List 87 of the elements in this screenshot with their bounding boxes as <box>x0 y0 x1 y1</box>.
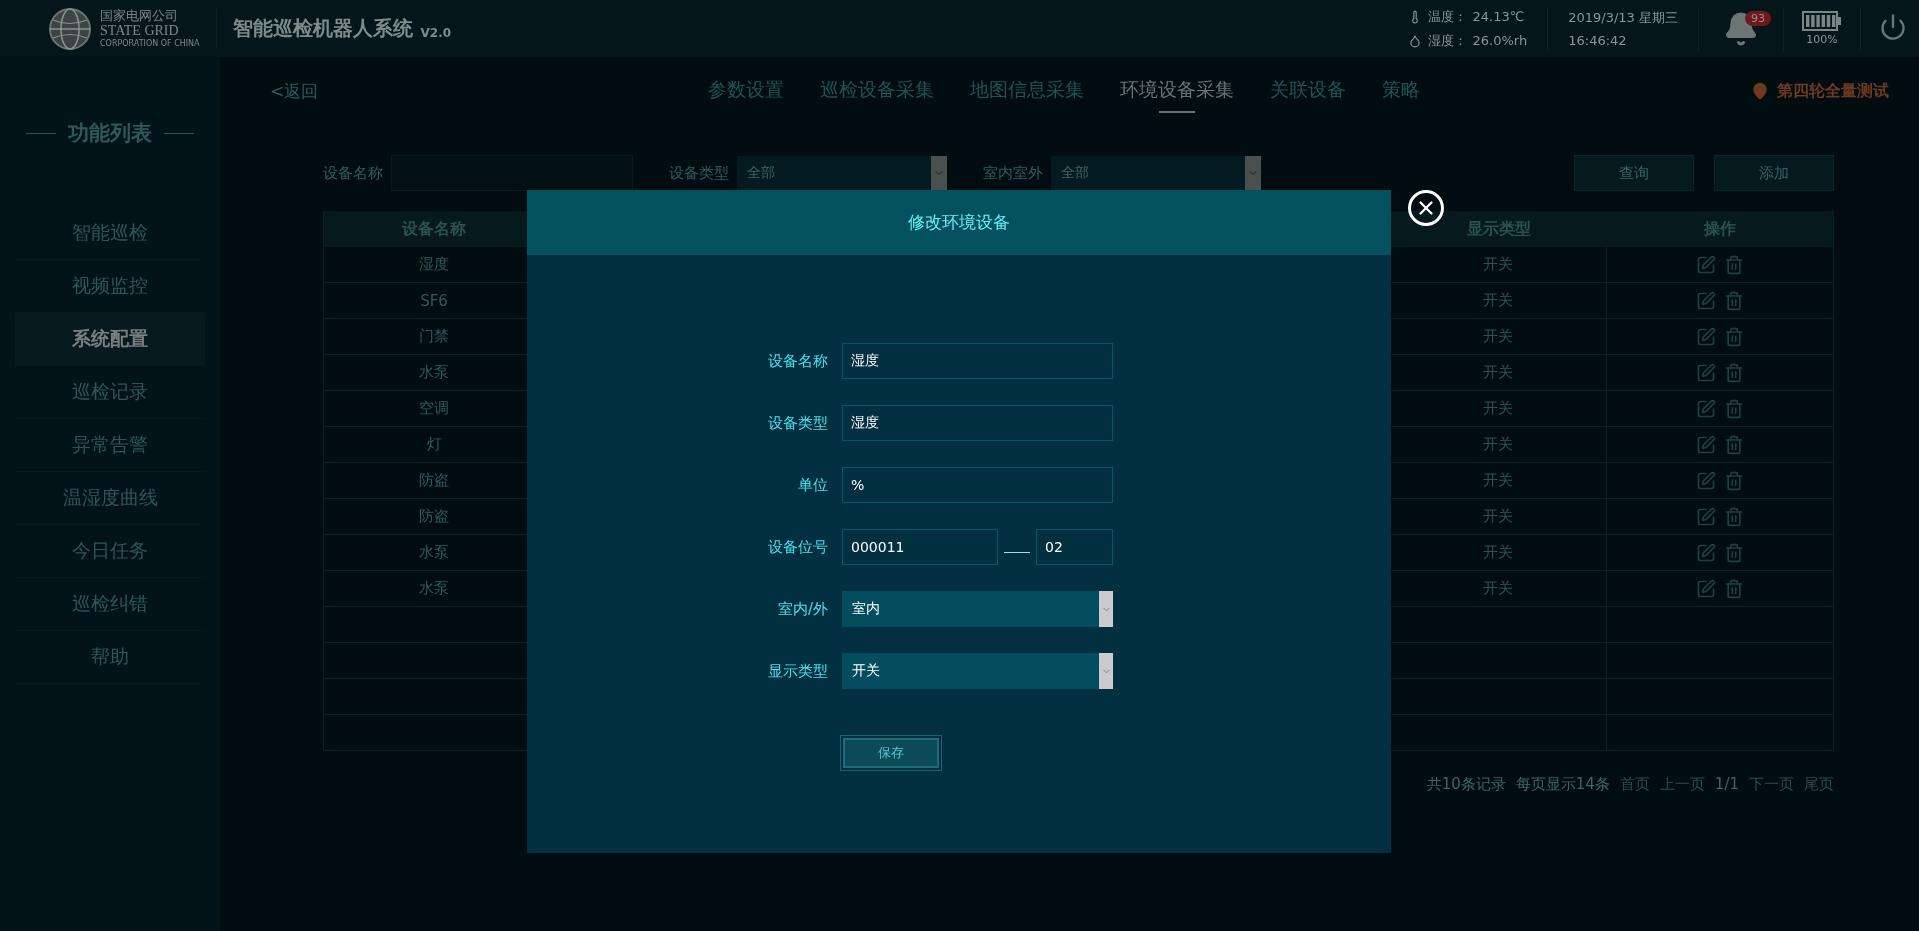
nav-tab[interactable]: 策略 <box>1382 71 1421 111</box>
logo-text: CORPORATION OF CHINA <box>100 40 200 48</box>
location-text: 第四轮全量测试 <box>1777 80 1889 102</box>
logo-text: 国家电网公司 <box>100 9 179 22</box>
delete-icon[interactable] <box>1724 470 1744 491</box>
sidebar-item[interactable]: 温湿度曲线 <box>15 472 205 525</box>
column-header: 操作 <box>1607 211 1833 247</box>
input-field[interactable]: 湿度 <box>842 405 1113 441</box>
sidebar-item[interactable]: 巡检记录 <box>15 366 205 419</box>
delete-icon[interactable] <box>1724 434 1744 455</box>
sidebar-title: 功能列表 <box>68 120 152 147</box>
page-size-text: 每页显示14条 <box>1515 775 1610 794</box>
humidity-label: 湿度： <box>1427 31 1467 50</box>
humidity-value: 26.0%rh <box>1472 33 1528 48</box>
edit-icon[interactable] <box>1696 254 1716 275</box>
nav-tab[interactable]: 地图信息采集 <box>970 71 1085 111</box>
record-count-text: 共10条记录 <box>1426 775 1506 794</box>
edit-icon[interactable] <box>1696 542 1716 563</box>
edit-icon[interactable] <box>1696 362 1716 383</box>
add-button[interactable]: 添加 <box>1714 155 1834 191</box>
input-field[interactable]: 02 <box>1036 529 1113 565</box>
form-label: 单位 <box>797 475 828 495</box>
delete-icon[interactable] <box>1724 542 1744 563</box>
sidebar-item[interactable]: 今日任务 <box>15 525 205 578</box>
delete-icon[interactable] <box>1724 506 1744 527</box>
delete-icon[interactable] <box>1724 326 1744 347</box>
type-filter-select[interactable]: 全部 <box>737 156 947 190</box>
edit-icon[interactable] <box>1696 290 1716 311</box>
filter-label: 设备类型 <box>669 163 729 183</box>
edit-icon[interactable] <box>1696 470 1716 491</box>
delete-icon[interactable] <box>1724 578 1744 599</box>
nav-tab[interactable]: 巡检设备采集 <box>820 71 935 111</box>
edit-icon[interactable] <box>1696 434 1716 455</box>
app-version: V2.0 <box>420 25 452 40</box>
column-header: 显示类型 <box>1390 211 1607 247</box>
delete-icon[interactable] <box>1724 254 1744 275</box>
name-filter-field[interactable] <box>391 155 633 191</box>
input-field[interactable]: 湿度 <box>842 343 1113 379</box>
edit-icon[interactable] <box>1696 326 1716 347</box>
time-text: 16:46:42 <box>1568 33 1628 48</box>
battery-level-text: 100% <box>1806 33 1838 46</box>
select-field[interactable]: 开关 <box>842 653 1113 689</box>
sidebar-item[interactable]: 帮助 <box>15 631 205 684</box>
globe-logo-icon <box>48 6 92 51</box>
temperature-value: 24.13℃ <box>1472 9 1525 24</box>
input-field[interactable]: 000011 <box>842 529 998 565</box>
nav-tab[interactable]: 关联设备 <box>1270 71 1347 111</box>
form-label: 设备类型 <box>767 413 828 433</box>
save-button[interactable]: 保存 <box>843 738 939 768</box>
battery-icon <box>1802 11 1842 31</box>
nav-tab[interactable]: 环境设备采集 <box>1120 71 1235 111</box>
sidebar-item[interactable]: 智能巡检 <box>15 207 205 260</box>
logo-text: STATE GRID <box>100 24 180 38</box>
form-label: 设备位号 <box>767 537 828 557</box>
first-page-link[interactable]: 首页 <box>1619 775 1650 794</box>
location-pin-icon <box>1751 82 1769 100</box>
app-title: 智能巡检机器人系统 <box>232 15 413 42</box>
sidebar-item[interactable]: 异常告警 <box>15 419 205 472</box>
close-button[interactable] <box>1408 190 1444 226</box>
input-field[interactable]: % <box>842 467 1113 503</box>
last-page-link[interactable]: 尾页 <box>1804 775 1834 794</box>
date-text: 2019/3/13 星期三 <box>1568 9 1678 27</box>
select-field[interactable]: 室内 <box>842 591 1113 627</box>
form-label: 显示类型 <box>767 661 828 681</box>
page-number-text: 1/1 <box>1714 775 1739 794</box>
edit-icon[interactable] <box>1696 506 1716 527</box>
alarm-count-badge: 93 <box>1745 10 1771 26</box>
filter-label: 设备名称 <box>323 163 383 183</box>
sidebar-item[interactable]: 系统配置 <box>15 313 205 366</box>
delete-icon[interactable] <box>1724 362 1744 383</box>
droplet-icon <box>1407 33 1422 48</box>
sidebar-item[interactable]: 巡检纠错 <box>15 578 205 631</box>
temperature-label: 温度： <box>1427 7 1467 26</box>
power-icon[interactable] <box>1879 12 1907 41</box>
location-filter-select[interactable]: 全部 <box>1051 156 1261 190</box>
filter-label: 室内室外 <box>983 163 1043 183</box>
back-link[interactable]: <返回 <box>270 79 319 103</box>
separator-line <box>1004 551 1030 553</box>
edit-icon[interactable] <box>1696 398 1716 419</box>
query-button[interactable]: 查询 <box>1574 155 1694 191</box>
form-label: 设备名称 <box>767 351 828 371</box>
delete-icon[interactable] <box>1724 398 1744 419</box>
form-label: 室内/外 <box>776 599 828 619</box>
delete-icon[interactable] <box>1724 290 1744 311</box>
dialog-title: 修改环境设备 <box>527 190 1391 255</box>
edit-icon[interactable] <box>1696 578 1716 599</box>
nav-tab[interactable]: 参数设置 <box>708 71 785 111</box>
